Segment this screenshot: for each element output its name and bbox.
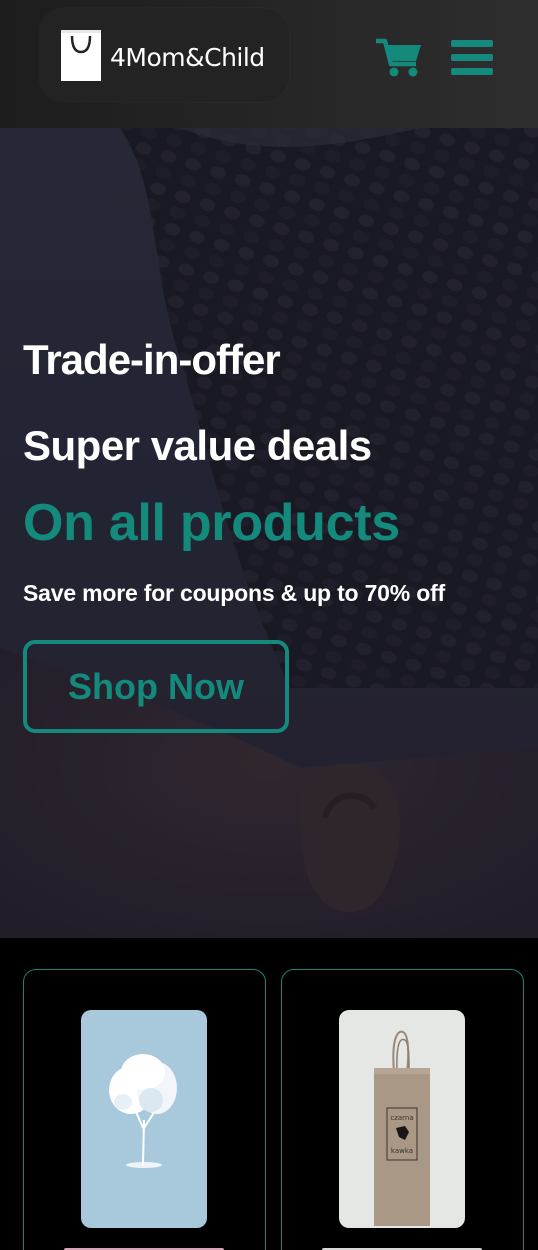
hero-kicker: Trade-in-offer	[23, 336, 281, 383]
hero-banner: Trade-in-offer Super value deals On all …	[0, 128, 538, 938]
shopping-cart-icon[interactable]	[376, 38, 422, 78]
product-card[interactable]: czarna kawka	[281, 969, 524, 1250]
bag-brand-text-2: kawka	[391, 1147, 413, 1155]
hamburger-menu-icon[interactable]	[451, 40, 493, 75]
hero-heading: Super value deals	[23, 422, 372, 469]
shopping-bag-icon	[61, 30, 101, 81]
hero-highlight: On all products	[23, 494, 400, 552]
tree-illustration	[109, 1054, 177, 1168]
product-card[interactable]	[23, 969, 266, 1250]
brand-logo[interactable]: 4Mom&Child	[39, 8, 289, 102]
product-image[interactable]	[81, 1010, 207, 1228]
paper-bag-photo: czarna kawka	[374, 1030, 430, 1226]
product-image[interactable]: czarna kawka	[339, 1010, 465, 1228]
hero-subtext: Save more for coupons & up to 70% off	[23, 580, 445, 606]
product-grid: czarna kawka	[0, 938, 538, 1250]
shop-now-button[interactable]: Shop Now	[23, 640, 289, 733]
brand-name: 4Mom&Child	[110, 43, 265, 72]
site-header: 4Mom&Child	[0, 0, 538, 128]
bag-brand-text-1: czarna	[390, 1114, 413, 1122]
